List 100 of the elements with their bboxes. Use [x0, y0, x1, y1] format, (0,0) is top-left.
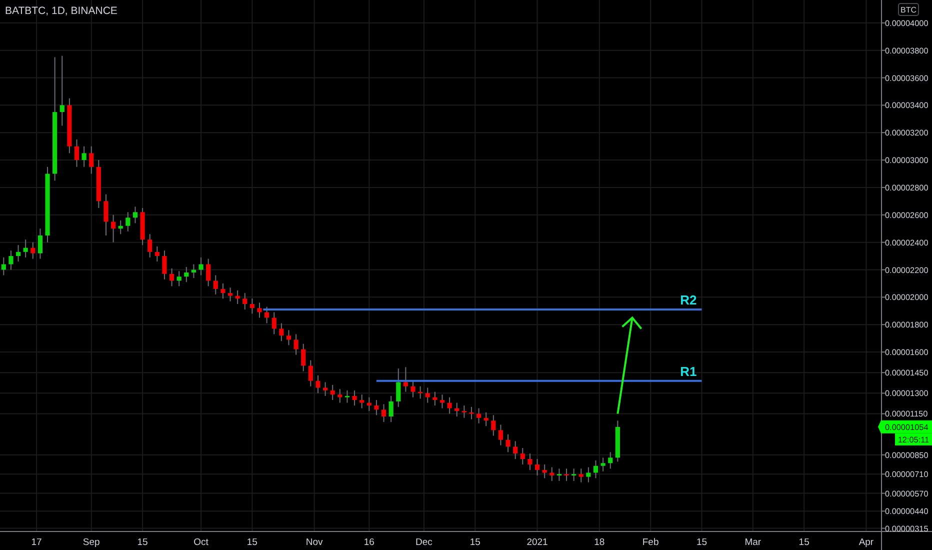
candle — [498, 424, 504, 446]
candle — [301, 343, 306, 372]
countdown-label: 12:05:11 — [895, 433, 932, 446]
price-axis-label: 0.00000440 — [885, 507, 928, 516]
candle — [484, 412, 488, 427]
date-axis-label: Dec — [416, 537, 432, 548]
price-axis-label: 0.00002000 — [885, 293, 928, 302]
date-axis-label: 2021 — [526, 537, 548, 548]
candle — [23, 239, 28, 258]
price-axis-label: 0.00004000 — [885, 18, 928, 28]
candle — [462, 405, 466, 418]
candle — [111, 214, 116, 243]
candle — [403, 366, 408, 392]
candle — [316, 374, 320, 394]
candle — [132, 206, 138, 224]
candle — [491, 414, 496, 436]
currency-button[interactable]: BTC — [898, 3, 919, 16]
price-axis-label: 0.00001600 — [885, 348, 928, 358]
candle — [30, 242, 36, 260]
candle — [38, 228, 42, 260]
candle — [308, 360, 313, 387]
candle — [440, 394, 445, 409]
candle — [279, 322, 284, 342]
date-axis-label: Sep — [82, 537, 100, 548]
candle — [162, 250, 167, 280]
candle — [381, 404, 386, 422]
candle — [330, 384, 335, 401]
candle — [476, 408, 482, 424]
candle — [418, 386, 423, 400]
candle — [242, 292, 248, 310]
candle — [228, 287, 233, 302]
level-label: R2 — [680, 292, 697, 308]
candle — [60, 55, 64, 126]
price-axis-label: 0.00001450 — [885, 368, 928, 378]
candle — [469, 406, 474, 420]
date-axis-label: 15 — [137, 537, 148, 548]
candle — [520, 448, 525, 465]
candle — [82, 146, 86, 168]
date-axis-label: 15 — [246, 537, 258, 548]
candle — [191, 264, 196, 278]
candle — [572, 468, 576, 482]
candle — [118, 220, 123, 235]
date-axis-label: 16 — [364, 537, 374, 548]
candle — [528, 453, 532, 470]
candle — [74, 138, 80, 168]
date-axis-label: 15 — [798, 537, 810, 548]
candle — [396, 368, 401, 408]
price-axis-label: 0.00002600 — [885, 210, 928, 220]
candle — [542, 464, 547, 479]
price-axis-label: 0.00003800 — [885, 46, 928, 56]
date-axis-label: 17 — [31, 537, 42, 548]
candle — [534, 458, 540, 476]
candle — [250, 298, 254, 314]
candle — [213, 274, 218, 295]
candle — [388, 395, 394, 422]
price-axis-label: 0.00000315 — [885, 524, 928, 534]
candle — [513, 440, 518, 460]
price-axis-label: 0.00002200 — [885, 266, 928, 275]
candle — [140, 208, 145, 246]
candle — [206, 258, 211, 287]
price-label: 0.00001054 — [878, 420, 932, 434]
candle — [564, 468, 569, 482]
candle — [352, 390, 357, 406]
candle — [432, 391, 438, 406]
candle — [374, 400, 379, 416]
date-axis-label: 18 — [594, 537, 605, 548]
price-axis-label: 0.00000850 — [885, 450, 928, 460]
candle — [198, 256, 204, 276]
candle — [338, 388, 342, 404]
price-axis-label: 0.00002800 — [885, 183, 928, 192]
price-axis-label: 0.00000710 — [885, 470, 928, 480]
chart-title: BATBTC, 1D, BINANCE — [5, 5, 118, 17]
candle — [67, 98, 72, 154]
price-axis-label: 0.00001300 — [885, 389, 928, 398]
price-axis-label: 0.00002400 — [885, 238, 928, 248]
candle — [447, 396, 452, 414]
date-axis-label: Feb — [642, 537, 659, 548]
candle — [148, 234, 152, 258]
candle — [586, 466, 591, 483]
candle — [615, 420, 620, 462]
price-axis-label: 0.00003000 — [885, 156, 928, 166]
date-axis-label: Oct — [194, 537, 208, 548]
candle — [89, 146, 94, 174]
candle — [366, 396, 372, 412]
candle — [257, 302, 262, 318]
price-axis-label: 0.00001800 — [885, 320, 928, 330]
candle — [286, 330, 292, 346]
candle — [96, 160, 101, 209]
candle — [550, 466, 554, 482]
candle — [126, 212, 130, 232]
candle — [154, 246, 160, 262]
candle — [169, 268, 174, 287]
candle — [593, 460, 598, 479]
candle — [294, 334, 298, 356]
candle — [220, 282, 226, 300]
candle — [235, 290, 240, 305]
candle — [506, 434, 510, 453]
price-axis-label: 0.00003600 — [885, 74, 928, 83]
candle — [410, 380, 416, 398]
candle — [360, 394, 364, 409]
